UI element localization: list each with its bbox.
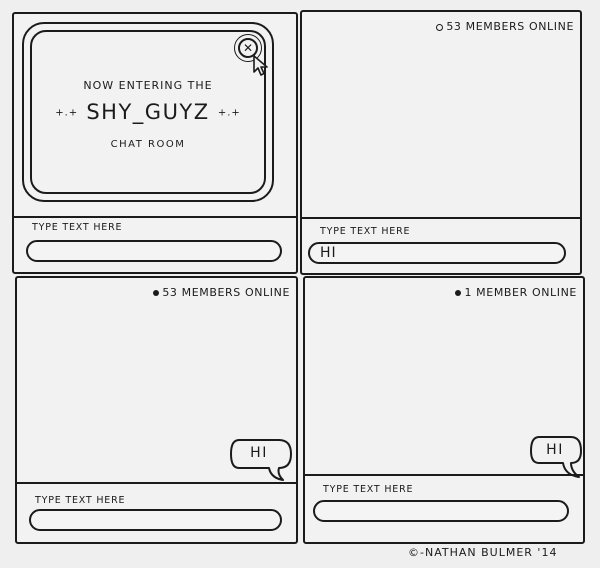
input-label: TYPE TEXT HERE (320, 226, 411, 237)
input-divider (302, 217, 580, 219)
online-dot-icon (153, 290, 160, 296)
chat-message-bubble: HI (229, 436, 295, 484)
artist-credit: ©-NATHAN BULMER '14 (408, 546, 558, 559)
chat-message-text: HI (250, 445, 268, 461)
message-input[interactable]: HI (308, 242, 566, 264)
welcome-room-name-line: +.+ SHY_GUYZ +.+ (32, 100, 264, 124)
welcome-line-3: CHAT ROOM (110, 139, 186, 150)
members-online-status: 53 MEMBERS ONLINE (153, 286, 290, 299)
input-label: TYPE TEXT HERE (32, 222, 123, 233)
message-input[interactable] (313, 500, 569, 522)
members-online-text: 1 MEMBER ONLINE (464, 286, 577, 299)
room-name: SHY_GUYZ (86, 100, 210, 124)
sparkle-right: +.+ (217, 107, 241, 119)
input-divider (14, 216, 296, 218)
message-input[interactable] (26, 240, 282, 262)
online-dot-icon (436, 23, 444, 31)
panel-1-entering-room: NOW ENTERING THE +.+ SHY_GUYZ +.+ CHAT R… (12, 12, 298, 274)
message-input[interactable] (29, 509, 282, 531)
panel-4-alone: 1 MEMBER ONLINE HI TYPE TEXT HERE (303, 276, 585, 544)
panel-3-message-sent: 53 MEMBERS ONLINE HI TYPE TEXT HERE (15, 276, 298, 544)
welcome-modal-inner: NOW ENTERING THE +.+ SHY_GUYZ +.+ CHAT R… (30, 30, 266, 194)
welcome-modal: NOW ENTERING THE +.+ SHY_GUYZ +.+ CHAT R… (22, 22, 274, 202)
cursor-arrow-icon (253, 55, 268, 76)
welcome-line-1: NOW ENTERING THE (83, 79, 213, 92)
members-online-status: 1 MEMBER ONLINE (455, 286, 577, 299)
members-online-status: 53 MEMBERS ONLINE (436, 20, 574, 33)
sparkle-left: +.+ (55, 107, 79, 119)
online-dot-icon (455, 290, 462, 296)
input-divider (305, 474, 583, 476)
input-divider (17, 482, 296, 484)
members-online-text: 53 MEMBERS ONLINE (446, 20, 574, 33)
members-online-text: 53 MEMBERS ONLINE (162, 286, 290, 299)
panel-2-typing: 53 MEMBERS ONLINE TYPE TEXT HERE HI (300, 10, 582, 275)
input-label: TYPE TEXT HERE (35, 495, 126, 506)
input-label: TYPE TEXT HERE (323, 484, 414, 495)
chat-message-text: HI (546, 442, 564, 458)
